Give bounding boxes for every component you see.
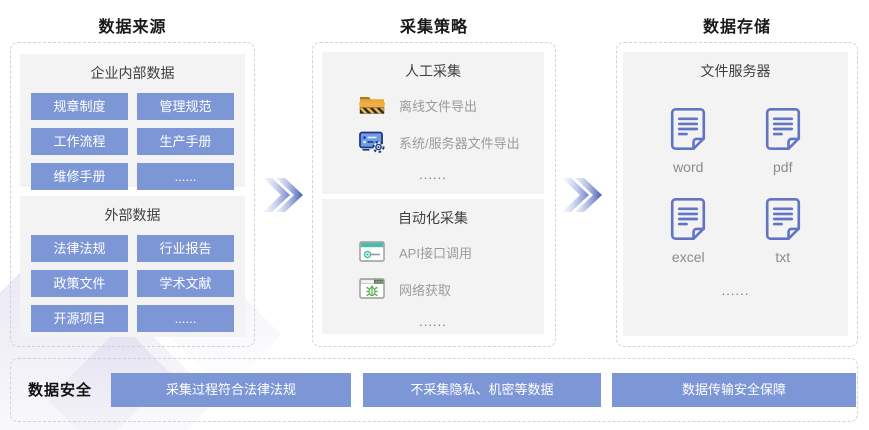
list-item: 网络获取	[358, 276, 544, 302]
flow-arrow-icon	[560, 172, 604, 218]
file-type-label: pdf	[773, 159, 792, 175]
file-server-title: 文件服务器	[623, 52, 848, 81]
document-icon	[764, 107, 802, 156]
external-data-title: 外部数据	[20, 196, 245, 225]
tag-workflow[interactable]: 工作流程	[31, 128, 128, 155]
security-bar-no-private-data[interactable]: 不采集隐私、机密等数据	[363, 373, 601, 407]
data-pipeline-diagram: 数据来源 采集策略 数据存储 企业内部数据 规章制度 管理规范 工作流程 生产手…	[0, 0, 869, 430]
tag-repair-manual[interactable]: 维修手册	[31, 163, 128, 190]
flow-arrow-icon	[261, 172, 305, 218]
auto-collection-card: 自动化采集 API接口调用	[322, 199, 544, 334]
tag-more[interactable]: ......	[137, 305, 234, 332]
tag-production-manual[interactable]: 生产手册	[137, 128, 234, 155]
api-icon	[358, 240, 386, 264]
tag-policy-docs[interactable]: 政策文件	[31, 270, 128, 297]
file-type-word: word	[641, 107, 736, 175]
manual-collection-card: 人工采集 离线文件导出	[322, 52, 544, 194]
file-type-label: word	[673, 159, 703, 175]
file-type-pdf: pdf	[736, 107, 831, 175]
list-item: 离线文件导出	[358, 92, 544, 118]
more-ellipsis: ......	[322, 314, 544, 329]
tag-more[interactable]: ......	[137, 163, 234, 190]
list-item: API接口调用	[358, 239, 544, 265]
more-ellipsis: ......	[322, 167, 544, 182]
external-data-card: 外部数据 法律法规 行业报告 政策文件 学术文献 开源项目 ......	[20, 196, 245, 337]
tag-laws[interactable]: 法律法规	[31, 235, 128, 262]
data-security-label: 数据安全	[28, 379, 92, 400]
file-type-txt: txt	[736, 197, 831, 265]
column-header-collection-strategy: 采集策略	[312, 13, 556, 37]
auto-item-label: API接口调用	[399, 243, 472, 262]
file-type-label: excel	[672, 249, 705, 265]
document-icon	[764, 197, 802, 246]
internal-data-card: 企业内部数据 规章制度 管理规范 工作流程 生产手册 维修手册 ......	[20, 54, 245, 187]
list-item: 系统/服务器文件导出	[358, 129, 544, 155]
internal-data-title: 企业内部数据	[20, 54, 245, 83]
tag-management-spec[interactable]: 管理规范	[137, 93, 234, 120]
tag-academic-papers[interactable]: 学术文献	[137, 270, 234, 297]
web-crawler-icon	[358, 277, 386, 301]
security-bar-legal-compliance[interactable]: 采集过程符合法律法规	[111, 373, 351, 407]
auto-item-label: 网络获取	[399, 280, 451, 299]
file-grid: word pdf	[623, 81, 848, 265]
offline-folder-icon	[358, 93, 386, 117]
manual-collection-title: 人工采集	[322, 52, 544, 81]
column-header-data-storage: 数据存储	[616, 13, 858, 37]
document-icon	[669, 107, 707, 156]
manual-item-label: 离线文件导出	[399, 96, 477, 115]
external-data-grid: 法律法规 行业报告 政策文件 学术文献 开源项目 ......	[20, 225, 245, 332]
more-ellipsis: ......	[623, 283, 848, 298]
auto-collection-title: 自动化采集	[322, 199, 544, 228]
manual-item-label: 系统/服务器文件导出	[399, 133, 520, 152]
tag-rules[interactable]: 规章制度	[31, 93, 128, 120]
internal-data-grid: 规章制度 管理规范 工作流程 生产手册 维修手册 ......	[20, 83, 245, 190]
file-server-card: 文件服务器 word	[623, 52, 848, 336]
file-type-label: txt	[775, 249, 790, 265]
security-bar-transfer-safety[interactable]: 数据传输安全保障	[612, 373, 856, 407]
document-icon	[669, 197, 707, 246]
file-type-excel: excel	[641, 197, 736, 265]
tag-industry-report[interactable]: 行业报告	[137, 235, 234, 262]
column-header-data-sources: 数据来源	[10, 13, 255, 37]
tag-open-source[interactable]: 开源项目	[31, 305, 128, 332]
server-export-icon	[358, 130, 386, 154]
